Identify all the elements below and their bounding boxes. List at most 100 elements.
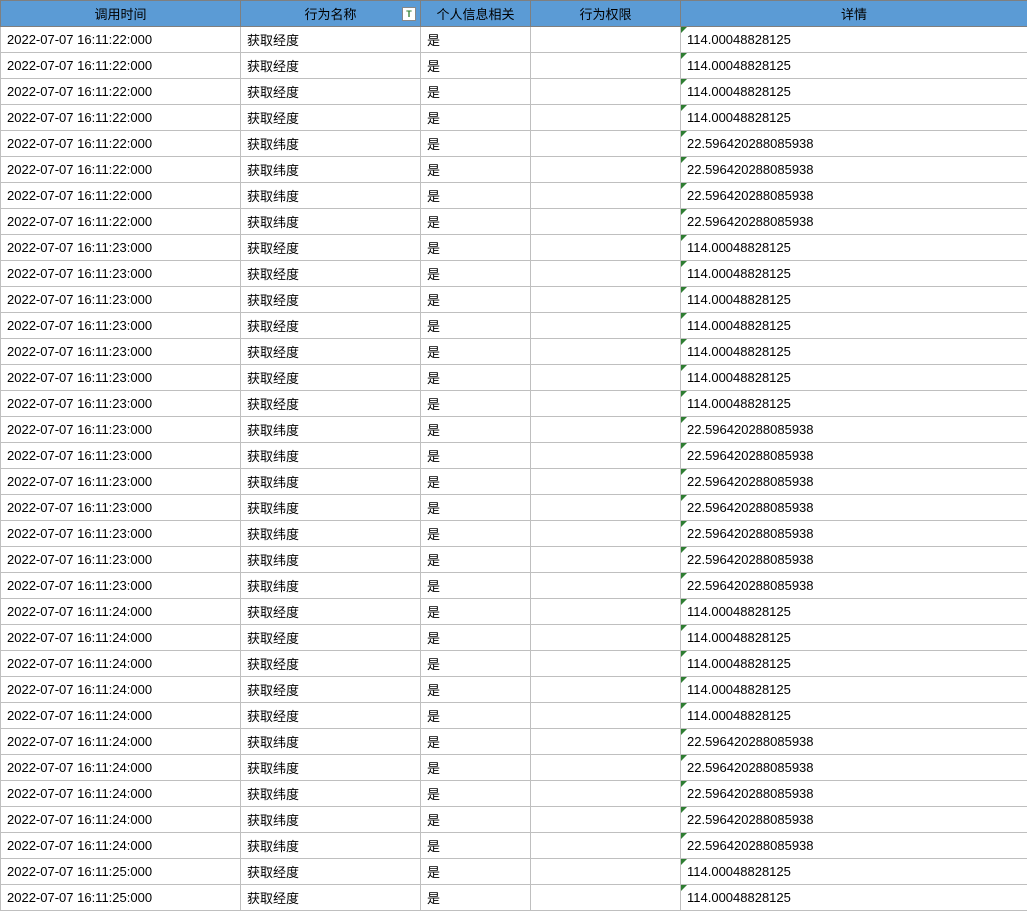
- cell-perm[interactable]: [531, 807, 681, 833]
- cell-time[interactable]: 2022-07-07 16:11:23:000: [1, 287, 241, 313]
- table-row[interactable]: 2022-07-07 16:11:23:000获取纬度是22.596420288…: [1, 547, 1027, 573]
- cell-time[interactable]: 2022-07-07 16:11:24:000: [1, 677, 241, 703]
- cell-action[interactable]: 获取经度: [241, 339, 421, 365]
- cell-perm[interactable]: [531, 859, 681, 885]
- cell-action[interactable]: 获取经度: [241, 703, 421, 729]
- cell-personal[interactable]: 是: [421, 157, 531, 183]
- table-row[interactable]: 2022-07-07 16:11:22:000获取纬度是22.596420288…: [1, 183, 1027, 209]
- cell-personal[interactable]: 是: [421, 833, 531, 859]
- cell-personal[interactable]: 是: [421, 209, 531, 235]
- cell-time[interactable]: 2022-07-07 16:11:23:000: [1, 235, 241, 261]
- cell-time[interactable]: 2022-07-07 16:11:23:000: [1, 573, 241, 599]
- cell-detail[interactable]: 22.596420288085938: [681, 131, 1027, 157]
- cell-detail[interactable]: 22.596420288085938: [681, 417, 1027, 443]
- cell-personal[interactable]: 是: [421, 391, 531, 417]
- cell-time[interactable]: 2022-07-07 16:11:24:000: [1, 729, 241, 755]
- cell-personal[interactable]: 是: [421, 417, 531, 443]
- cell-action[interactable]: 获取经度: [241, 261, 421, 287]
- table-row[interactable]: 2022-07-07 16:11:22:000获取经度是114.00048828…: [1, 53, 1027, 79]
- cell-action[interactable]: 获取纬度: [241, 807, 421, 833]
- cell-perm[interactable]: [531, 209, 681, 235]
- cell-action[interactable]: 获取经度: [241, 391, 421, 417]
- cell-detail[interactable]: 22.596420288085938: [681, 157, 1027, 183]
- table-row[interactable]: 2022-07-07 16:11:24:000获取纬度是22.596420288…: [1, 781, 1027, 807]
- cell-detail[interactable]: 114.00048828125: [681, 105, 1027, 131]
- cell-time[interactable]: 2022-07-07 16:11:24:000: [1, 625, 241, 651]
- cell-detail[interactable]: 114.00048828125: [681, 339, 1027, 365]
- table-row[interactable]: 2022-07-07 16:11:23:000获取经度是114.00048828…: [1, 365, 1027, 391]
- table-row[interactable]: 2022-07-07 16:11:24:000获取纬度是22.596420288…: [1, 755, 1027, 781]
- cell-personal[interactable]: 是: [421, 781, 531, 807]
- cell-personal[interactable]: 是: [421, 521, 531, 547]
- cell-detail[interactable]: 22.596420288085938: [681, 781, 1027, 807]
- cell-perm[interactable]: [531, 521, 681, 547]
- cell-perm[interactable]: [531, 313, 681, 339]
- cell-action[interactable]: 获取纬度: [241, 443, 421, 469]
- cell-action[interactable]: 获取纬度: [241, 469, 421, 495]
- cell-personal[interactable]: 是: [421, 495, 531, 521]
- cell-action[interactable]: 获取纬度: [241, 729, 421, 755]
- cell-time[interactable]: 2022-07-07 16:11:23:000: [1, 339, 241, 365]
- table-row[interactable]: 2022-07-07 16:11:23:000获取经度是 114.00048828…: [1, 339, 1027, 365]
- cell-personal[interactable]: 是: [421, 53, 531, 79]
- cell-action[interactable]: 获取经度: [241, 625, 421, 651]
- cell-personal[interactable]: 是: [421, 859, 531, 885]
- cell-time[interactable]: 2022-07-07 16:11:25:000: [1, 859, 241, 885]
- cell-time[interactable]: 2022-07-07 16:11:23:000: [1, 391, 241, 417]
- cell-perm[interactable]: [531, 27, 681, 53]
- cell-detail[interactable]: 22.596420288085938: [681, 183, 1027, 209]
- table-row[interactable]: 2022-07-07 16:11:24:000获取经度是114.00048828…: [1, 677, 1027, 703]
- cell-perm[interactable]: [531, 105, 681, 131]
- cell-perm[interactable]: [531, 261, 681, 287]
- cell-detail[interactable]: 114.00048828125: [681, 287, 1027, 313]
- cell-time[interactable]: 2022-07-07 16:11:22:000: [1, 157, 241, 183]
- cell-personal[interactable]: 是: [421, 235, 531, 261]
- cell-perm[interactable]: [531, 391, 681, 417]
- cell-time[interactable]: 2022-07-07 16:11:22:000: [1, 79, 241, 105]
- cell-personal[interactable]: 是: [421, 807, 531, 833]
- cell-action[interactable]: 获取经度: [241, 599, 421, 625]
- table-row[interactable]: 2022-07-07 16:11:22:000获取经度是114.00048828…: [1, 105, 1027, 131]
- cell-action[interactable]: 获取经度: [241, 53, 421, 79]
- table-row[interactable]: 2022-07-07 16:11:23:000获取纬度是22.596420288…: [1, 573, 1027, 599]
- cell-time[interactable]: 2022-07-07 16:11:22:000: [1, 27, 241, 53]
- cell-action[interactable]: 获取经度: [241, 287, 421, 313]
- table-row[interactable]: 2022-07-07 16:11:22:000获取纬度是22.596420288…: [1, 131, 1027, 157]
- cell-personal[interactable]: 是: [421, 365, 531, 391]
- cell-time[interactable]: 2022-07-07 16:11:23:000: [1, 313, 241, 339]
- cell-detail[interactable]: 22.596420288085938: [681, 495, 1027, 521]
- cell-action[interactable]: 获取纬度: [241, 183, 421, 209]
- cell-action[interactable]: 获取经度: [241, 313, 421, 339]
- cell-personal[interactable]: 是: [421, 443, 531, 469]
- cell-perm[interactable]: [531, 79, 681, 105]
- cell-perm[interactable]: [531, 781, 681, 807]
- cell-personal[interactable]: 是: [421, 131, 531, 157]
- table-row[interactable]: 2022-07-07 16:11:22:000获取纬度是22.596420288…: [1, 209, 1027, 235]
- cell-time[interactable]: 2022-07-07 16:11:22:000: [1, 209, 241, 235]
- table-row[interactable]: 2022-07-07 16:11:23:000获取经度是114.00048828…: [1, 391, 1027, 417]
- cell-detail[interactable]: 22.596420288085938: [681, 469, 1027, 495]
- cell-personal[interactable]: 是: [421, 547, 531, 573]
- cell-perm[interactable]: [531, 287, 681, 313]
- cell-time[interactable]: 2022-07-07 16:11:23:000: [1, 261, 241, 287]
- cell-time[interactable]: 2022-07-07 16:11:23:000: [1, 417, 241, 443]
- table-row[interactable]: 2022-07-07 16:11:23:000获取经度是114.00048828…: [1, 261, 1027, 287]
- cell-personal[interactable]: 是: [421, 183, 531, 209]
- cell-detail[interactable]: 114.00048828125: [681, 79, 1027, 105]
- cell-personal[interactable]: 是: [421, 79, 531, 105]
- cell-detail[interactable]: 22.596420288085938: [681, 209, 1027, 235]
- cell-detail[interactable]: 114.00048828125: [681, 261, 1027, 287]
- cell-perm[interactable]: [531, 651, 681, 677]
- table-row[interactable]: 2022-07-07 16:11:24:000获取纬度是22.596420288…: [1, 807, 1027, 833]
- table-row[interactable]: 2022-07-07 16:11:22:000获取经度是114.00048828…: [1, 27, 1027, 53]
- cell-time[interactable]: 2022-07-07 16:11:24:000: [1, 781, 241, 807]
- cell-action[interactable]: 获取经度: [241, 859, 421, 885]
- cell-action[interactable]: 获取经度: [241, 885, 421, 911]
- cell-perm[interactable]: [531, 53, 681, 79]
- cell-perm[interactable]: [531, 417, 681, 443]
- cell-time[interactable]: 2022-07-07 16:11:23:000: [1, 443, 241, 469]
- table-row[interactable]: 2022-07-07 16:11:23:000获取纬度是22.596420288…: [1, 521, 1027, 547]
- table-row[interactable]: 2022-07-07 16:11:23:000获取经度是114.00048828…: [1, 235, 1027, 261]
- cell-action[interactable]: 获取经度: [241, 27, 421, 53]
- cell-personal[interactable]: 是: [421, 339, 531, 365]
